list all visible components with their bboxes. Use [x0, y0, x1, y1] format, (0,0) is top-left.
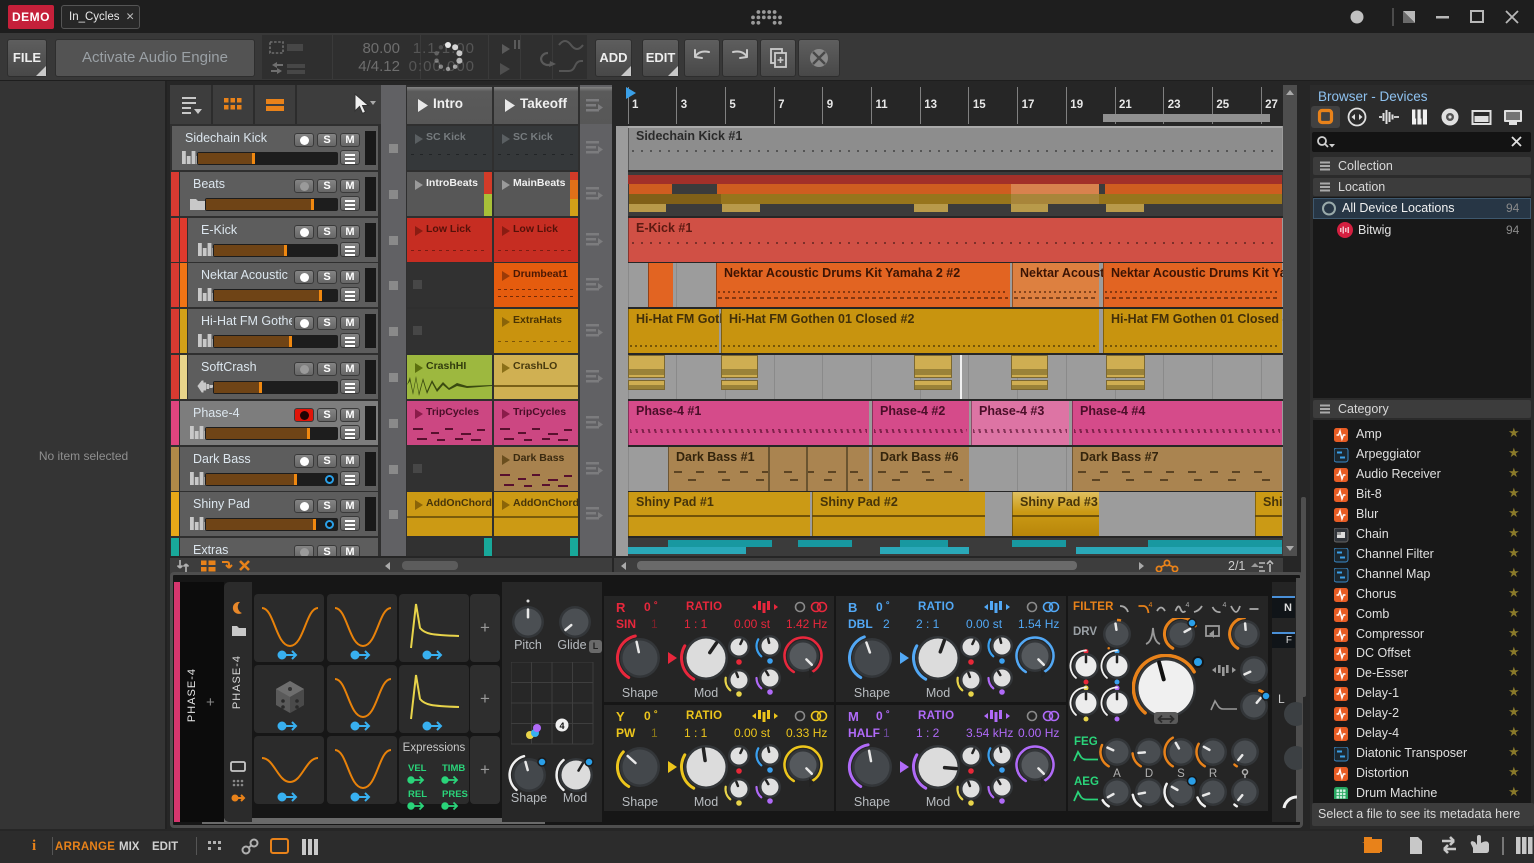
svg-text:4: 4: [559, 721, 564, 731]
svg-text:4: 4: [1223, 602, 1227, 609]
svg-text:4: 4: [1149, 602, 1153, 609]
svg-text:4: 4: [1186, 602, 1190, 609]
